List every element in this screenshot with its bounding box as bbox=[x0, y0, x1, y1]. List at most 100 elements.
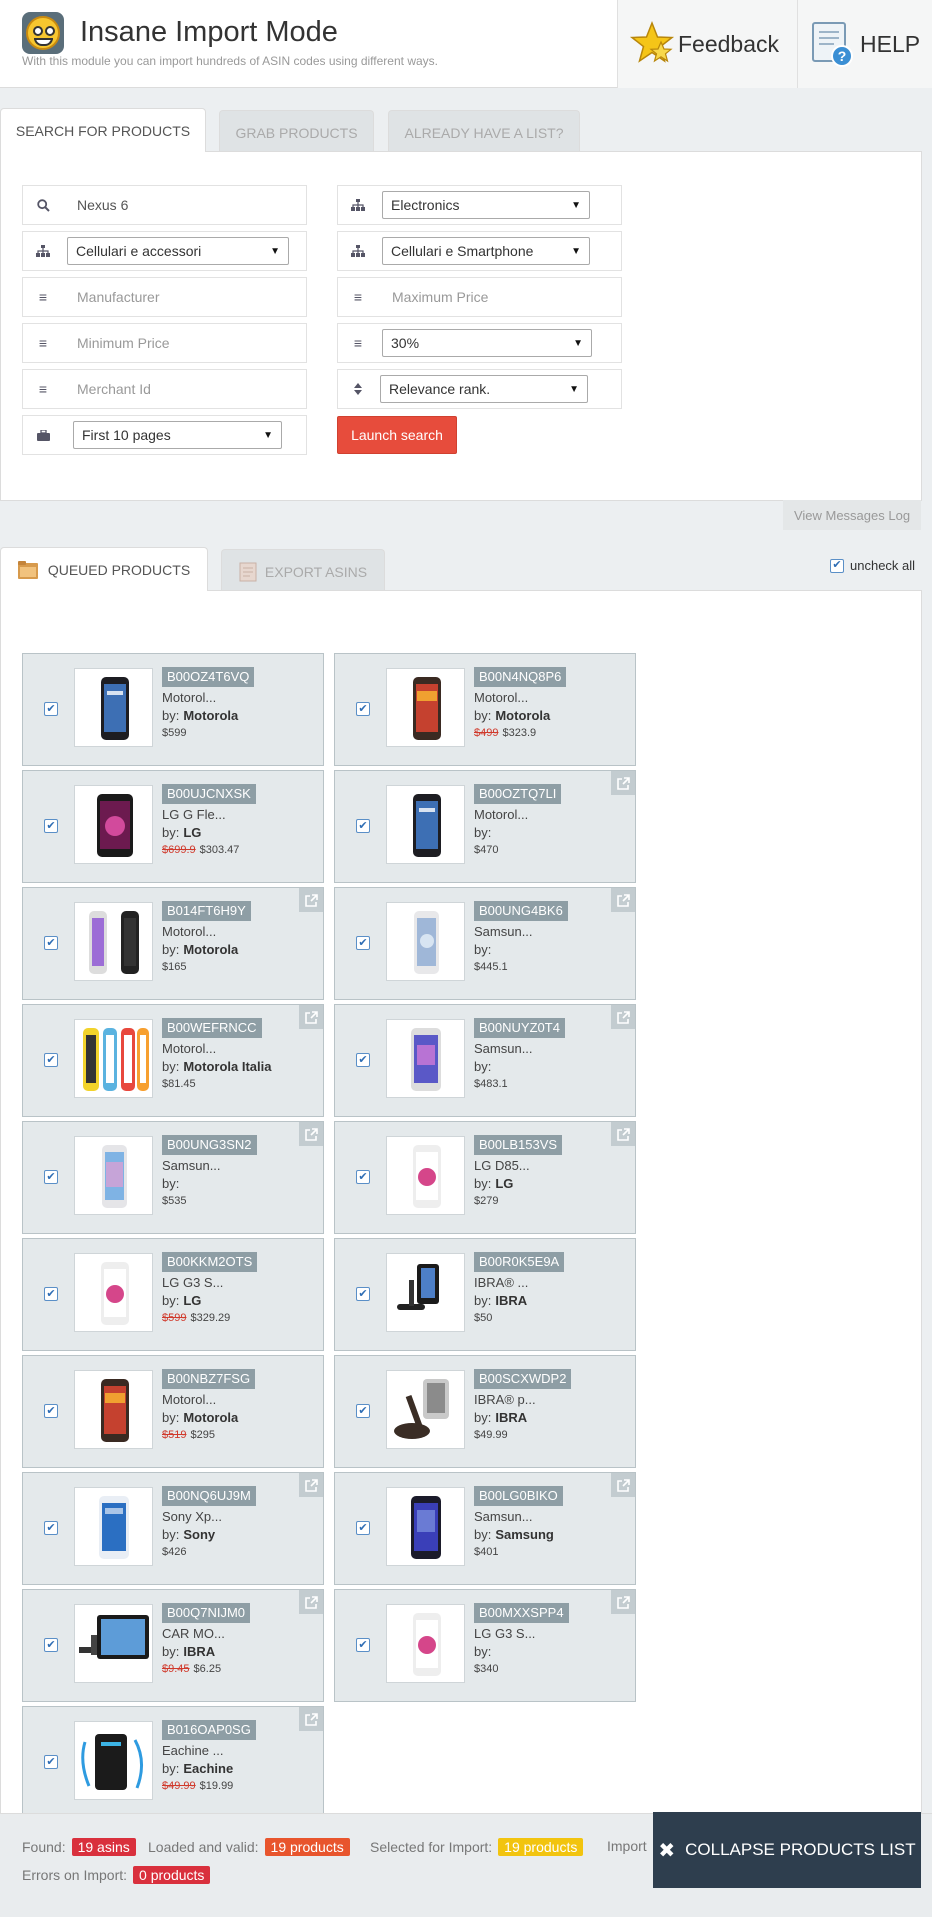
subcategory1-select[interactable]: Cellulari e accessori ▼ bbox=[67, 237, 289, 265]
product-select-checkbox[interactable]: ✔ bbox=[44, 1755, 58, 1769]
product-card[interactable]: ✔ B014FT6H9Y Motorol... by: Motorola $165 bbox=[22, 887, 324, 1000]
product-select-checkbox[interactable]: ✔ bbox=[356, 936, 370, 950]
merchant-id-field[interactable]: ≡ Merchant Id bbox=[22, 369, 307, 409]
product-select-checkbox[interactable]: ✔ bbox=[356, 1521, 370, 1535]
max-price-field[interactable]: ≡ Maximum Price bbox=[337, 277, 622, 317]
manufacturer-field[interactable]: ≡ Manufacturer bbox=[22, 277, 307, 317]
product-card[interactable]: ✔ B00UNG3SN2 Samsun... by: $535 bbox=[22, 1121, 324, 1234]
loaded-stat: Loaded and valid: 19 products bbox=[148, 1838, 350, 1856]
external-link-icon[interactable] bbox=[299, 888, 323, 912]
product-thumbnail bbox=[74, 1487, 153, 1566]
by-label: by: bbox=[162, 942, 180, 957]
product-name: CAR MO... bbox=[162, 1626, 225, 1641]
product-price: $49.99 bbox=[474, 1429, 508, 1441]
min-price-field[interactable]: ≡ Minimum Price bbox=[22, 323, 307, 363]
product-select-checkbox[interactable]: ✔ bbox=[44, 1638, 58, 1652]
keyword-field[interactable]: Nexus 6 bbox=[22, 185, 307, 225]
external-link-icon[interactable] bbox=[611, 888, 635, 912]
external-link-icon[interactable] bbox=[299, 1122, 323, 1146]
product-select-checkbox[interactable]: ✔ bbox=[356, 1404, 370, 1418]
subcategory2-field: Cellulari e Smartphone ▼ bbox=[337, 231, 622, 271]
tab-queued-products[interactable]: QUEUED PRODUCTS bbox=[0, 547, 208, 591]
external-link-icon[interactable] bbox=[299, 1473, 323, 1497]
external-link-icon[interactable] bbox=[299, 1005, 323, 1029]
subcategory2-select[interactable]: Cellulari e Smartphone ▼ bbox=[382, 237, 590, 265]
feedback-button[interactable]: Feedback bbox=[617, 0, 797, 88]
tab-search-for-products[interactable]: SEARCH FOR PRODUCTS bbox=[0, 108, 206, 152]
product-select-checkbox[interactable]: ✔ bbox=[44, 1170, 58, 1184]
category-select[interactable]: Electronics ▼ bbox=[382, 191, 590, 219]
product-select-checkbox[interactable]: ✔ bbox=[356, 702, 370, 716]
product-card[interactable]: ✔ B00KKM2OTS LG G3 S... by: LG $599 $329.29 bbox=[22, 1238, 324, 1351]
pages-select[interactable]: First 10 pages ▼ bbox=[73, 421, 282, 449]
sitemap-icon bbox=[338, 199, 378, 211]
errors-stat: Errors on Import: 0 products bbox=[22, 1866, 211, 1884]
view-messages-log-button[interactable]: View Messages Log bbox=[783, 500, 921, 530]
tab-export-asins[interactable]: EXPORT ASINS bbox=[221, 549, 385, 593]
product-select-checkbox[interactable]: ✔ bbox=[44, 1521, 58, 1535]
product-select-checkbox[interactable]: ✔ bbox=[44, 1404, 58, 1418]
product-card[interactable]: ✔ B00UNG4BK6 Samsun... by: $445.1 bbox=[334, 887, 636, 1000]
product-select-checkbox[interactable]: ✔ bbox=[44, 1053, 58, 1067]
external-link-icon[interactable] bbox=[611, 1590, 635, 1614]
product-select-checkbox[interactable]: ✔ bbox=[356, 819, 370, 833]
product-card[interactable]: ✔ B00R0K5E9A IBRA® ... by: IBRA $50 bbox=[334, 1238, 636, 1351]
product-select-checkbox[interactable]: ✔ bbox=[356, 1053, 370, 1067]
product-select-checkbox[interactable]: ✔ bbox=[44, 702, 58, 716]
external-link-icon[interactable] bbox=[299, 1707, 323, 1731]
external-link-icon[interactable] bbox=[611, 771, 635, 795]
product-card[interactable]: ✔ B00LB153VS LG D85... by: LG $279 bbox=[334, 1121, 636, 1234]
uncheck-all-checkbox[interactable]: ✔ bbox=[830, 558, 844, 573]
product-select-checkbox[interactable]: ✔ bbox=[44, 1287, 58, 1301]
discount-select[interactable]: 30% ▼ bbox=[382, 329, 592, 357]
category-field: Electronics ▼ bbox=[337, 185, 622, 225]
product-name: Samsun... bbox=[474, 1509, 533, 1524]
product-card[interactable]: ✔ B00OZ4T6VQ Motorol... by: Motorola $599 bbox=[22, 653, 324, 766]
product-select-checkbox[interactable]: ✔ bbox=[356, 1638, 370, 1652]
brand-name: Motorola bbox=[495, 708, 551, 723]
found-stat: Found: 19 asins bbox=[22, 1838, 136, 1856]
product-select-checkbox[interactable]: ✔ bbox=[44, 819, 58, 833]
help-button[interactable]: ? HELP bbox=[797, 0, 932, 88]
by-label: by: bbox=[474, 942, 492, 957]
product-select-checkbox[interactable]: ✔ bbox=[356, 1170, 370, 1184]
product-card[interactable]: ✔ B00LG0BIKO Samsun... by: Samsung $401 bbox=[334, 1472, 636, 1585]
tab-already-have-a-list[interactable]: ALREADY HAVE A LIST? bbox=[388, 110, 580, 154]
current-price: $165 bbox=[162, 961, 187, 973]
product-thumbnail-image bbox=[101, 677, 129, 740]
product-select-checkbox[interactable]: ✔ bbox=[356, 1287, 370, 1301]
product-card[interactable]: ✔ B00WEFRNCC Motorol... by: Motorola Italia $… bbox=[22, 1004, 324, 1117]
external-link-icon[interactable] bbox=[299, 1590, 323, 1614]
product-card[interactable]: ✔ B00SCXWDP2 IBRA® p... by: IBRA $49.99 bbox=[334, 1355, 636, 1468]
product-card[interactable]: ✔ B00MXXSPP4 LG G3 S... by: $340 bbox=[334, 1589, 636, 1702]
current-price: $329.29 bbox=[190, 1312, 231, 1324]
tab-grab-products[interactable]: GRAB PRODUCTS bbox=[219, 110, 374, 154]
uncheck-all-toggle[interactable]: ✔ uncheck all bbox=[830, 558, 915, 573]
product-select-checkbox[interactable]: ✔ bbox=[44, 936, 58, 950]
product-card[interactable]: ✔ B00NBZ7FSG Motorol... by: Motorola $519 $295 bbox=[22, 1355, 324, 1468]
sitemap-icon bbox=[23, 245, 63, 257]
product-name: Samsun... bbox=[474, 924, 533, 939]
product-card[interactable]: ✔ B00Q7NIJM0 CAR MO... by: IBRA $9.45 $6.25 bbox=[22, 1589, 324, 1702]
by-label: by: bbox=[162, 708, 180, 723]
chevron-down-icon: ▼ bbox=[571, 199, 581, 211]
product-thumbnail bbox=[74, 1604, 153, 1683]
launch-search-button[interactable]: Launch search bbox=[337, 416, 457, 454]
brand-name: IBRA bbox=[495, 1293, 528, 1308]
product-brand: by: bbox=[474, 1059, 495, 1074]
current-price: $426 bbox=[162, 1546, 187, 1558]
product-card[interactable]: ✔ B00NUYZ0T4 Samsun... by: $483.1 bbox=[334, 1004, 636, 1117]
external-link-icon[interactable] bbox=[611, 1122, 635, 1146]
product-card[interactable]: ✔ B00N4NQ8P6 Motorol... by: Motorola $499 $323… bbox=[334, 653, 636, 766]
product-card[interactable]: ✔ B016OAP0SG Eachine ... by: Eachine $49.99 $1… bbox=[22, 1706, 324, 1819]
product-brand: by: Samsung bbox=[474, 1527, 554, 1542]
external-link-icon[interactable] bbox=[611, 1473, 635, 1497]
external-link-icon[interactable] bbox=[611, 1005, 635, 1029]
collapse-products-list-button[interactable]: ✖ COLLAPSE PRODUCTS LIST bbox=[653, 1812, 921, 1888]
product-card[interactable]: ✔ B00NQ6UJ9M Sony Xp... by: Sony $426 bbox=[22, 1472, 324, 1585]
sort-select[interactable]: Relevance rank. ▼ bbox=[380, 375, 588, 403]
product-card[interactable]: ✔ B00UJCNXSK LG G Fle... by: LG $699.9 $303.47 bbox=[22, 770, 324, 883]
product-card[interactable]: ✔ B00OZTQ7LI Motorol... by: $470 bbox=[334, 770, 636, 883]
bars-icon: ≡ bbox=[353, 335, 363, 351]
min-price-placeholder: Minimum Price bbox=[77, 335, 170, 351]
